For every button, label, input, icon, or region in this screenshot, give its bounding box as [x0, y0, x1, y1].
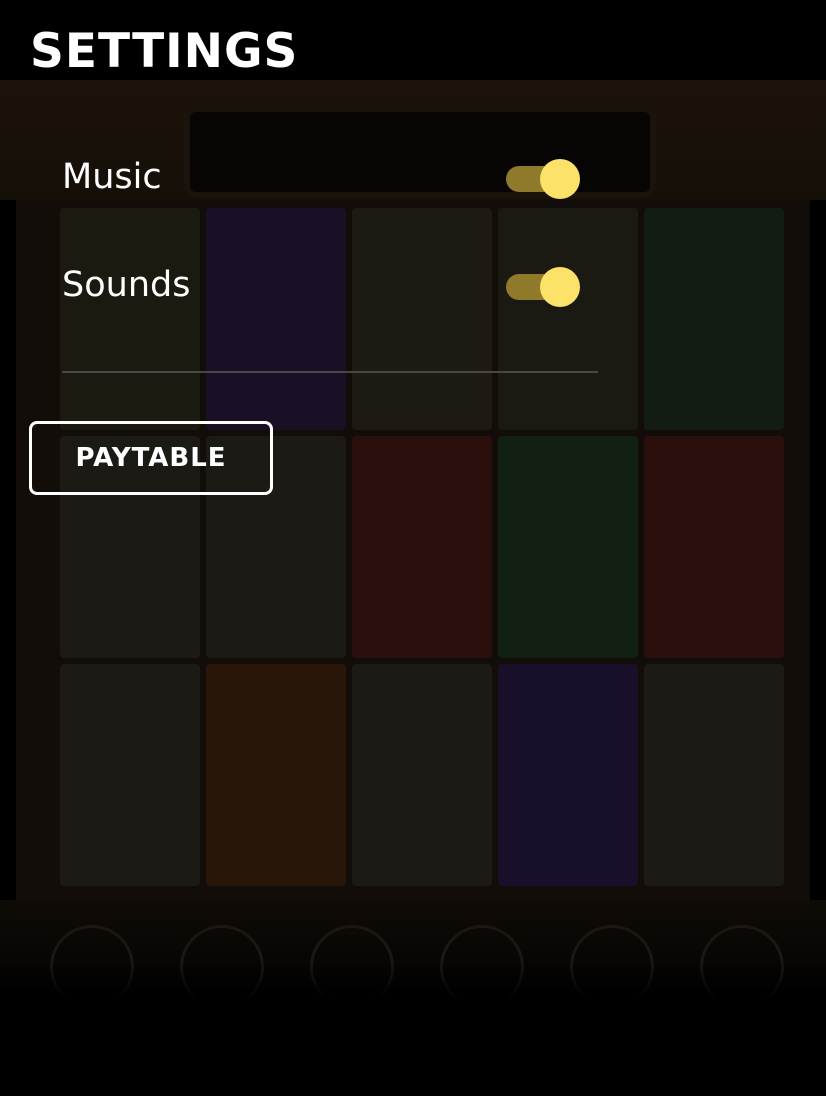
reel-symbol-green-cocktail	[60, 208, 200, 430]
reel-symbol-strawberry-character	[644, 436, 784, 658]
reel-symbol-strawberry-character	[352, 436, 492, 658]
music-setting-row: Music	[62, 149, 598, 205]
sounds-setting-row: Sounds	[62, 257, 598, 313]
music-toggle[interactable]	[504, 158, 580, 199]
sounds-toggle[interactable]	[504, 266, 580, 307]
reel-symbol-red-drink	[498, 208, 638, 430]
reel-symbol-orange-drink	[352, 208, 492, 430]
bottom-shade	[0, 960, 826, 1096]
reel-symbol-pineapple-character	[206, 664, 346, 886]
paytable-button[interactable]: PAYTABLE	[29, 421, 273, 495]
reel-symbol-martini	[644, 664, 784, 886]
sounds-label: Sounds	[62, 265, 191, 305]
reel-symbol-watermelon-character	[498, 436, 638, 658]
reel-symbol-watermelon-character	[644, 208, 784, 430]
reel-symbol-orange-drink	[60, 664, 200, 886]
reel-symbol-grape-character	[498, 664, 638, 886]
settings-divider	[62, 371, 598, 373]
music-toggle-knob	[540, 159, 580, 199]
reel-symbol-grape-character	[206, 208, 346, 430]
settings-title: SETTINGS	[30, 24, 299, 79]
sounds-toggle-knob	[540, 267, 580, 307]
music-label: Music	[62, 157, 162, 197]
reel-symbol-martini	[352, 664, 492, 886]
